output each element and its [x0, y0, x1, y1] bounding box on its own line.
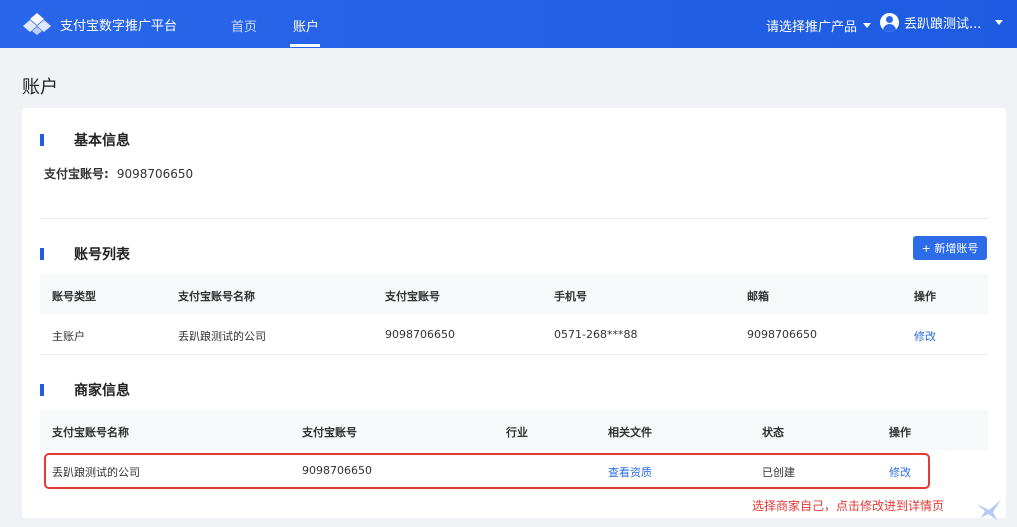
merchant-table-header: 支付宝账号名称 支付宝账号 行业 相关文件 状态 操作 [40, 410, 988, 450]
edit-account-link[interactable]: 修改 [914, 328, 936, 344]
section-title: 账号列表 [74, 247, 130, 263]
column-header: 手机号 [554, 290, 587, 303]
app-title: 支付宝数字推广平台 [60, 18, 178, 34]
account-name-cell: 丢趴踉测试的公司 [178, 330, 266, 343]
column-header: 状态 [762, 426, 784, 439]
edit-merchant-link[interactable]: 修改 [889, 464, 911, 480]
add-account-button[interactable]: + 新增账号 [913, 236, 987, 260]
column-header: 支付宝账号 [302, 426, 357, 439]
phone-cell: 0571-268***88 [554, 328, 638, 341]
alipay-logo-icon [23, 13, 51, 35]
table-row: 丢趴踉测试的公司 9098706650 查看资质 已创建 修改 [40, 450, 988, 490]
avatar [880, 13, 899, 32]
section-title: 商家信息 [74, 383, 130, 399]
column-header: 操作 [914, 290, 936, 303]
user-icon-body [883, 24, 896, 32]
nav-account[interactable]: 账户 [293, 16, 319, 35]
brand[interactable]: 支付宝数字推广平台 [22, 12, 177, 36]
account-list-heading: 账号列表 [40, 244, 130, 264]
caret-down-icon [863, 23, 872, 28]
table-row: 主账户 丢趴踉测试的公司 9098706650 0571-268***88 90… [40, 314, 988, 355]
section-marker [40, 248, 44, 260]
section-title: 基本信息 [74, 133, 130, 149]
column-header: 相关文件 [608, 426, 652, 439]
user-icon-head [886, 16, 893, 23]
merchant-info-heading: 商家信息 [40, 380, 130, 400]
column-header: 账号类型 [52, 290, 96, 303]
divider [40, 218, 988, 219]
section-marker [40, 134, 44, 146]
alipay-account-value: 9098706650 [116, 167, 194, 181]
annotation-text: 选择商家自己，点击修改进到详情页 [752, 499, 945, 513]
product-select-label: 请选择推广产品 [766, 20, 858, 35]
account-type-cell: 主账户 [52, 330, 85, 343]
merchant-account-cell: 9098706650 [302, 464, 372, 477]
basic-info-heading: 基本信息 [40, 130, 130, 150]
column-header: 邮箱 [747, 290, 769, 303]
column-header: 支付宝账号名称 [52, 426, 129, 439]
basic-info-row: 支付宝账号: 9098706650 [44, 165, 193, 182]
product-select-dropdown[interactable]: 请选择推广产品 [766, 16, 872, 35]
column-header: 支付宝账号 [385, 290, 440, 303]
user-menu[interactable]: 丢趴踉测试... [880, 13, 1004, 32]
section-marker [40, 384, 44, 396]
column-header: 行业 [506, 426, 528, 439]
account-table-header: 账号类型 支付宝账号名称 支付宝账号 手机号 邮箱 操作 [40, 274, 988, 314]
nav-active-indicator [290, 44, 320, 47]
top-navigation-bar: 支付宝数字推广平台 首页 账户 请选择推广产品 丢趴踉测试... [0, 0, 1017, 48]
column-header: 操作 [889, 426, 911, 439]
column-header: 支付宝账号名称 [178, 290, 255, 303]
status-cell: 已创建 [762, 466, 795, 479]
caret-down-icon [995, 20, 1004, 25]
account-number-cell: 9098706650 [385, 328, 455, 341]
user-name: 丢趴踉测试... [904, 17, 982, 32]
nav-home[interactable]: 首页 [231, 16, 257, 35]
account-card: 基本信息 支付宝账号: 9098706650 账号列表 + 新增账号 账号类型 支… [22, 108, 1006, 518]
merchant-name-cell: 丢趴踉测试的公司 [52, 466, 140, 479]
page-title: 账户 [22, 77, 58, 98]
alipay-account-label: 支付宝账号: [44, 167, 109, 181]
email-cell: 9098706650 [747, 328, 817, 341]
bird-watermark-icon [977, 500, 1001, 520]
view-qualification-link[interactable]: 查看资质 [608, 464, 652, 480]
